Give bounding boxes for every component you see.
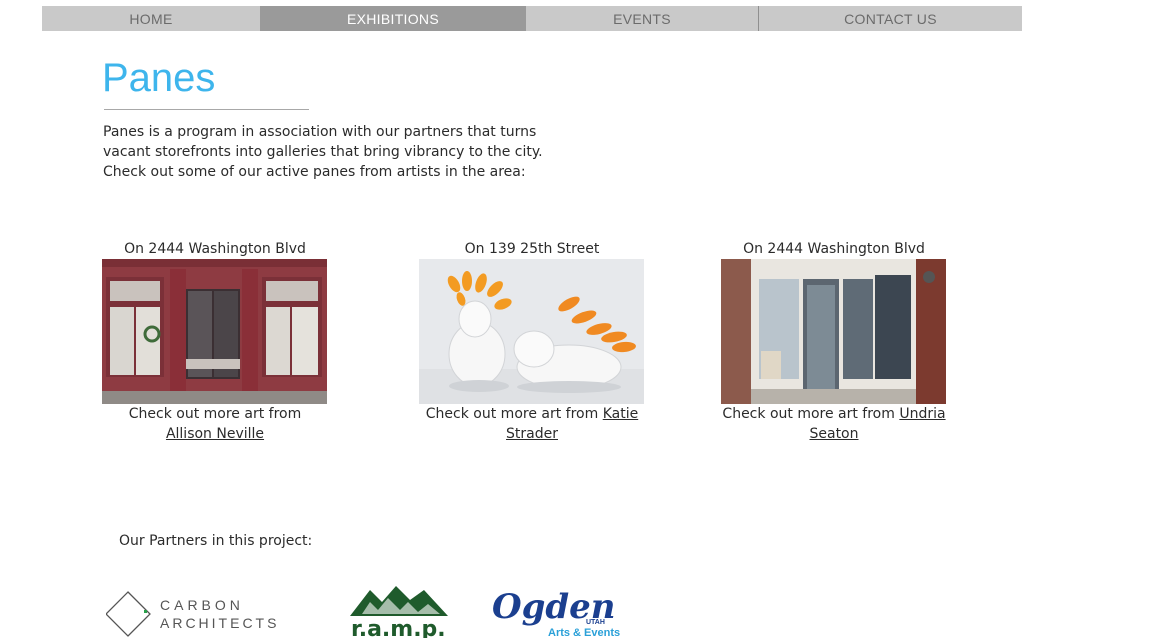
pane-location: On 2444 Washington Blvd bbox=[743, 241, 925, 257]
intro-text: Panes is a program in association with o… bbox=[103, 122, 563, 182]
svg-text:CARBON: CARBON bbox=[160, 597, 244, 613]
partners-label: Our Partners in this project: bbox=[119, 533, 313, 549]
intro-line: vacant storefronts into galleries that b… bbox=[103, 144, 543, 160]
caption-prefix: Check out more art from bbox=[425, 406, 599, 422]
pane-caption: Check out more art from Allison Neville bbox=[102, 404, 328, 444]
pane-location: On 2444 Washington Blvd bbox=[124, 241, 306, 257]
pane-location: On 139 25th Street bbox=[464, 241, 600, 257]
nav-events[interactable]: EVENTS bbox=[526, 6, 758, 31]
title-divider bbox=[104, 109, 309, 110]
artist-link-allison-neville[interactable]: Allison Neville bbox=[166, 426, 264, 442]
rabbit-sculpture-photo bbox=[419, 259, 644, 404]
pane-card: On 2444 Washington Blvd Check out more a… bbox=[721, 239, 947, 444]
svg-text:Arts & Events: Arts & Events bbox=[548, 627, 620, 638]
caption-prefix: Check out more art from bbox=[722, 406, 895, 422]
nav-home[interactable]: HOME bbox=[42, 6, 260, 31]
nav-contact-us[interactable]: CONTACT US bbox=[758, 6, 1022, 31]
pane-caption: Check out more art from Undria Seaton bbox=[721, 404, 947, 444]
nav-exhibitions[interactable]: EXHIBITIONS bbox=[260, 6, 526, 31]
pane-card: On 2444 Washington Blvd Check out more a… bbox=[102, 239, 328, 444]
ramp-logo[interactable]: r.a.m.p. bbox=[348, 584, 450, 642]
caption-prefix: Check out more art from bbox=[128, 406, 302, 422]
page-title: Panes bbox=[102, 56, 216, 100]
storefront-photo bbox=[721, 259, 946, 404]
svg-text:ARCHITECTS: ARCHITECTS bbox=[160, 615, 279, 631]
pane-card: On 139 25th Street Check out more art fr… bbox=[419, 239, 645, 444]
svg-text:r.a.m.p.: r.a.m.p. bbox=[351, 617, 446, 638]
main-nav: HOME EXHIBITIONS EVENTS CONTACT US bbox=[42, 6, 1022, 31]
svg-text:UTAH: UTAH bbox=[586, 619, 605, 626]
intro-line: Check out some of our active panes from … bbox=[103, 164, 526, 180]
intro-line: Panes is a program in association with o… bbox=[103, 124, 537, 140]
carbon-architects-logo[interactable]: CARBON ARCHITECTS bbox=[105, 590, 296, 638]
ogden-arts-events-logo[interactable]: Ogden UTAH Arts & Events bbox=[490, 582, 620, 639]
pane-caption: Check out more art from Katie Strader bbox=[419, 404, 645, 444]
storefront-photo bbox=[102, 259, 327, 404]
